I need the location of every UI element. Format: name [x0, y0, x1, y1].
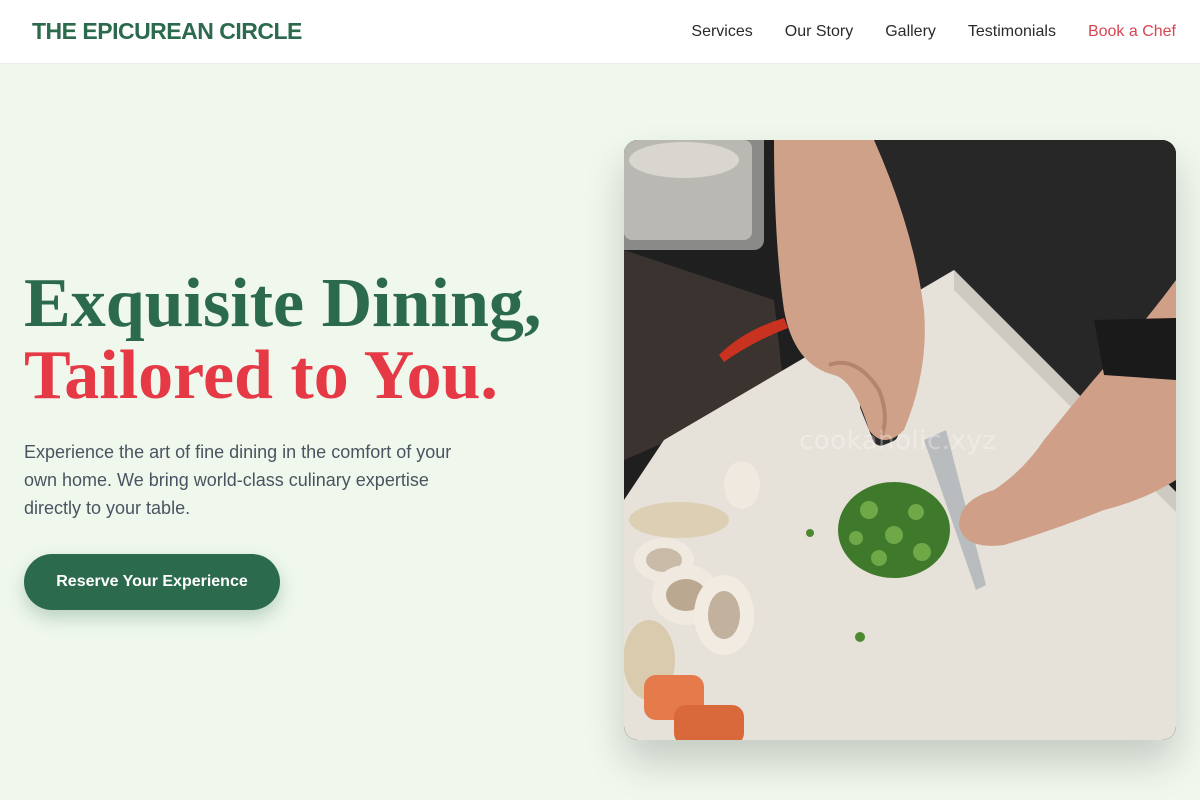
nav-link-services[interactable]: Services — [691, 23, 752, 41]
nav-link-book-a-chef[interactable]: Book a Chef — [1088, 23, 1176, 41]
hero-headline: Exquisite Dining, Tailored to You. — [24, 268, 594, 412]
hero-description: Experience the art of fine dining in the… — [24, 442, 452, 518]
reserve-experience-button[interactable]: Reserve Your Experience — [24, 554, 280, 610]
headline-line-2: Tailored to You. — [24, 337, 498, 414]
image-watermark: cookaholic.xyz — [799, 426, 997, 456]
nav-link-testimonials[interactable]: Testimonials — [968, 23, 1056, 41]
hero-photo-chef-chopping: cookaholic.xyz — [624, 140, 1176, 740]
brand-logo[interactable]: THE EPICUREAN CIRCLE — [32, 18, 302, 45]
hero-text-block: Exquisite Dining, Tailored to You. — [24, 268, 594, 412]
main-nav: Services Our Story Gallery Testimonials … — [691, 23, 1176, 41]
headline-line-1: Exquisite Dining, — [24, 265, 542, 342]
nav-link-gallery[interactable]: Gallery — [885, 23, 936, 41]
nav-link-our-story[interactable]: Our Story — [785, 23, 853, 41]
top-navbar: THE EPICUREAN CIRCLE Services Our Story … — [0, 0, 1200, 64]
